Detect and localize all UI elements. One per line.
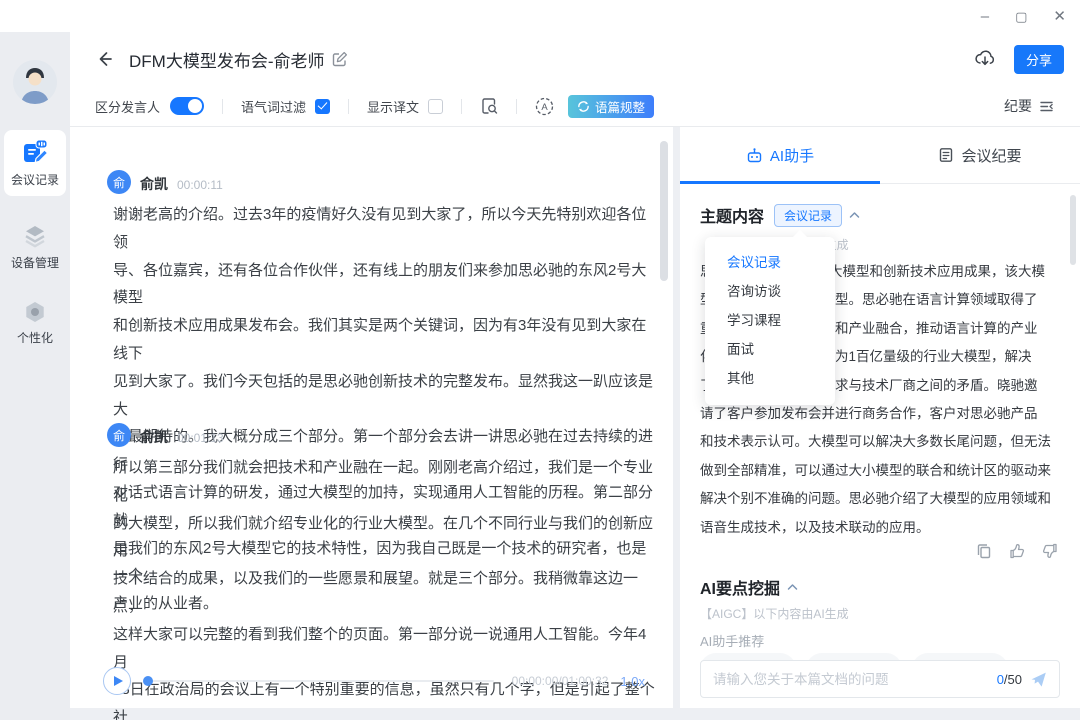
filler-filter-checkbox[interactable]	[315, 99, 330, 114]
sidebar-item-devices[interactable]: 设备管理	[4, 218, 66, 276]
doc-title: DFM大模型发布会-俞老师	[129, 47, 324, 72]
minimize-button[interactable]: –	[981, 9, 989, 24]
sidebar-item-label: 设备管理	[11, 254, 59, 271]
chevron-up-icon[interactable]	[849, 211, 860, 219]
minutes-toggle-button[interactable]: 纪要	[1004, 96, 1055, 116]
discourse-normalize-button[interactable]: 语篇规整	[568, 95, 654, 118]
assistant-panel: AI助手 会议纪要 主题内容 会议记录 【AIGC】以下内容由AI生成 思必驰发…	[680, 127, 1080, 708]
dropdown-item-other[interactable]: 其他	[705, 364, 835, 393]
playback-speed[interactable]: 1.0x	[620, 674, 645, 689]
filler-filter-label: 语气词过滤	[241, 97, 306, 116]
tab-label: 会议纪要	[961, 145, 1021, 166]
svg-text:A: A	[541, 102, 548, 113]
translate-button[interactable]: A	[535, 97, 554, 116]
tab-ai-assistant[interactable]: AI助手	[680, 127, 880, 183]
divider	[348, 99, 349, 114]
search-transcript-button[interactable]	[480, 97, 498, 115]
summary-feedback-row	[976, 543, 1058, 559]
progress-track[interactable]	[143, 680, 494, 682]
dropdown-item-meeting-record[interactable]: 会议记录	[705, 248, 835, 277]
dropdown-item-study-course[interactable]: 学习课程	[705, 306, 835, 335]
user-avatar[interactable]	[13, 60, 57, 104]
topic-type-tag[interactable]: 会议记录	[774, 204, 842, 227]
play-button[interactable]	[103, 667, 131, 695]
meeting-record-icon	[21, 138, 49, 166]
transcript-scrollbar[interactable]	[660, 141, 668, 281]
minutes-label: 纪要	[1004, 96, 1032, 116]
char-counter: 0/50	[997, 672, 1022, 687]
thumbs-down-icon[interactable]	[1042, 543, 1058, 559]
dropdown-item-consult-interview[interactable]: 咨询访谈	[705, 277, 835, 306]
assistant-recommend-label: AI助手推荐	[700, 631, 764, 650]
speaker-avatar: 俞	[107, 423, 131, 447]
timestamp[interactable]: 00:01:13	[177, 431, 224, 445]
question-input[interactable]	[713, 672, 989, 687]
keypoints-heading: AI要点挖掘	[700, 575, 780, 599]
app-window: – ▢ ✕ 会议记录	[0, 0, 1080, 720]
speaker-name: 俞凯	[140, 174, 168, 194]
transcript-panel: 俞 俞凯 00:00:11 谢谢老高的介绍。过去3年的疫情好久没有见到大家了，所…	[70, 127, 673, 708]
sidebar-item-personalize[interactable]: 个性化	[4, 294, 66, 352]
dropdown-item-interview[interactable]: 面试	[705, 335, 835, 364]
tab-meeting-minutes[interactable]: 会议纪要	[880, 127, 1080, 183]
divider	[222, 99, 223, 114]
speaker-toggle-label: 区分发言人	[95, 97, 160, 116]
topic-heading: 主题内容	[700, 203, 764, 227]
chevron-up-icon[interactable]	[787, 583, 798, 591]
panel-scrollbar[interactable]	[1070, 195, 1076, 265]
topic-type-dropdown: 会议记录 咨询访谈 学习课程 面试 其他	[705, 237, 835, 405]
translation-label: 显示译文	[367, 97, 419, 116]
speaker-name: 俞凯	[140, 427, 168, 447]
a-circle-icon: A	[535, 97, 554, 116]
progress-handle[interactable]	[143, 676, 153, 686]
panel-tabs: AI助手 会议纪要	[680, 127, 1080, 184]
person-icon	[13, 60, 57, 104]
speaker-avatar: 俞	[107, 170, 131, 194]
aigc-note: 【AIGC】以下内容由AI生成	[700, 605, 849, 622]
maximize-button[interactable]: ▢	[1015, 10, 1027, 23]
minutes-doc-icon	[938, 147, 954, 163]
refresh-icon	[577, 100, 590, 113]
toolbar: 区分发言人 语气词过滤 显示译文 A 语篇规	[70, 86, 1080, 127]
divider	[461, 99, 462, 114]
personalize-icon	[23, 300, 47, 324]
titlebar: – ▢ ✕	[0, 0, 1080, 32]
play-icon	[114, 676, 123, 686]
question-input-box: 0/50	[700, 660, 1060, 698]
robot-icon	[746, 147, 763, 164]
sidebar: 会议记录 设备管理 个性化	[0, 32, 70, 720]
translation-checkbox[interactable]	[428, 99, 443, 114]
share-button[interactable]: 分享	[1014, 45, 1064, 74]
close-button[interactable]: ✕	[1053, 9, 1066, 24]
sidebar-item-meeting-records[interactable]: 会议记录	[4, 130, 66, 196]
discourse-button-label: 语篇规整	[595, 97, 645, 116]
doc-search-icon	[480, 97, 498, 115]
edit-title-icon[interactable]	[332, 51, 348, 67]
timestamp[interactable]: 00:00:11	[177, 178, 223, 192]
sidebar-item-label: 个性化	[17, 329, 53, 346]
devices-icon	[22, 223, 48, 249]
download-icon[interactable]	[974, 48, 996, 70]
send-icon[interactable]	[1030, 671, 1047, 688]
tab-label: AI助手	[770, 145, 814, 166]
audio-player: 00:00:00/01:00:32 1.0x	[103, 666, 645, 696]
speaker-toggle[interactable]	[170, 97, 204, 115]
playback-time: 00:00:00/01:00:32	[512, 674, 609, 688]
copy-icon[interactable]	[976, 543, 992, 559]
doc-header: DFM大模型发布会-俞老师 分享	[70, 32, 1080, 86]
thumbs-up-icon[interactable]	[1009, 543, 1025, 559]
sidebar-item-label: 会议记录	[11, 171, 59, 188]
divider	[516, 99, 517, 114]
panel-body: 主题内容 会议记录 【AIGC】以下内容由AI生成 思必驰发布了东风2号大模型和…	[680, 185, 1080, 708]
summary-panel-icon	[1038, 98, 1055, 115]
back-arrow-icon[interactable]	[95, 49, 115, 69]
